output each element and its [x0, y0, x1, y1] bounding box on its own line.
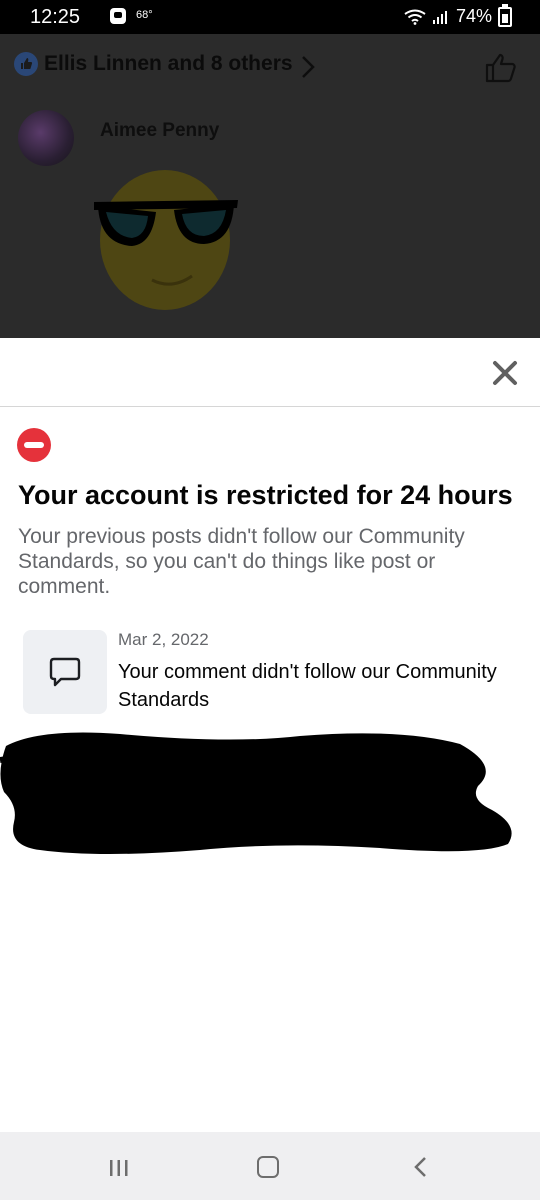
- like-reaction-icon: [14, 52, 38, 76]
- restriction-icon: [17, 428, 51, 462]
- system-navigation-bar: [0, 1132, 540, 1200]
- battery-icon: [498, 3, 512, 27]
- redaction-scribble: [0, 732, 512, 854]
- status-time: 12:25: [30, 6, 81, 28]
- restriction-description: Your previous posts didn't follow our Co…: [18, 525, 465, 598]
- wifi-icon: [404, 9, 426, 25]
- recent-apps-icon[interactable]: [108, 1158, 130, 1178]
- sunglasses-emoji-icon: [94, 200, 238, 286]
- reactions-row: Ellis Linnen and 8 others: [14, 52, 293, 76]
- like-icon: [485, 53, 516, 83]
- restriction-bottom-sheet: Your account is restricted for 24 hours …: [0, 338, 540, 1132]
- chevron-right-icon: [302, 56, 315, 78]
- status-right-group: 74%: [404, 3, 512, 27]
- comment-bubble-icon: [49, 657, 81, 687]
- commenter-name: Aimee Penny: [100, 120, 220, 141]
- status-bar: 12:25 68° 74%: [0, 0, 540, 34]
- home-icon[interactable]: [257, 1156, 279, 1178]
- violation-date: Mar 2, 2022: [118, 630, 209, 649]
- back-icon[interactable]: [412, 1156, 428, 1178]
- restriction-title: Your account is restricted for 24 hours: [18, 480, 513, 510]
- close-icon[interactable]: [490, 358, 520, 388]
- commenter-avatar: [18, 110, 74, 166]
- violation-message: Your comment didn't follow our Community…: [118, 661, 497, 711]
- status-temperature: 68°: [136, 9, 153, 21]
- signal-icon: [432, 10, 447, 24]
- violation-icon-box: [23, 630, 107, 714]
- notification-app-icon: [110, 8, 126, 24]
- sheet-header: [0, 338, 540, 407]
- reactions-text: Ellis Linnen and 8 others: [44, 52, 293, 75]
- dimmed-background-post: Ellis Linnen and 8 others Aimee Penny: [0, 34, 540, 338]
- battery-percent: 74%: [455, 6, 492, 26]
